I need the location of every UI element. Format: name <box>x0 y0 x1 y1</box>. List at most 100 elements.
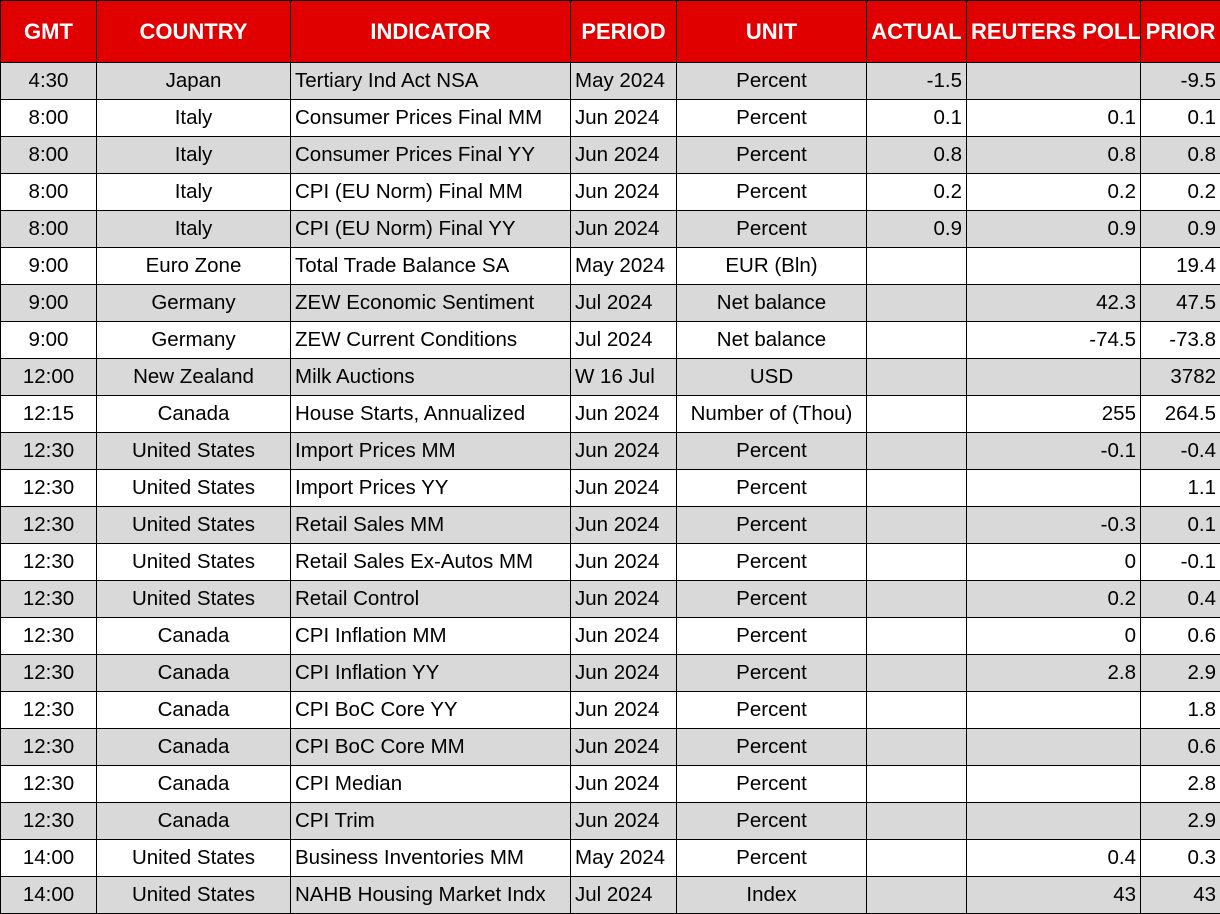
table-row: 12:30CanadaCPI BoC Core MMJun 2024Percen… <box>1 729 1220 766</box>
indicator-cell: Import Prices YY <box>291 470 571 507</box>
reuters-poll-cell <box>967 359 1141 396</box>
reuters-poll-cell <box>967 248 1141 285</box>
table-row: 12:30United StatesRetail Sales Ex-Autos … <box>1 544 1220 581</box>
prior-cell: 0.6 <box>1141 618 1220 655</box>
period-cell: Jun 2024 <box>571 211 677 248</box>
prior-cell: 3782 <box>1141 359 1220 396</box>
period-cell: Jun 2024 <box>571 655 677 692</box>
country-cell: United States <box>97 581 291 618</box>
country-cell: Canada <box>97 396 291 433</box>
actual-cell <box>867 618 967 655</box>
reuters-poll-cell: 0.9 <box>967 211 1141 248</box>
actual-cell <box>867 470 967 507</box>
reuters-poll-cell: 0.1 <box>967 100 1141 137</box>
reuters-poll-cell: 43 <box>967 877 1141 914</box>
gmt-cell: 12:30 <box>1 470 97 507</box>
reuters-poll-cell <box>967 63 1141 100</box>
period-cell: Jul 2024 <box>571 285 677 322</box>
gmt-cell: 12:30 <box>1 433 97 470</box>
actual-cell <box>867 655 967 692</box>
country-cell: Italy <box>97 174 291 211</box>
actual-cell <box>867 322 967 359</box>
actual-cell <box>867 877 967 914</box>
prior-cell: 2.9 <box>1141 803 1220 840</box>
indicator-cell: CPI Inflation YY <box>291 655 571 692</box>
reuters-poll-cell <box>967 766 1141 803</box>
prior-cell: 0.1 <box>1141 507 1220 544</box>
country-cell: New Zealand <box>97 359 291 396</box>
unit-cell: Percent <box>677 174 867 211</box>
country-cell: Italy <box>97 137 291 174</box>
table-row: 14:00United StatesBusiness Inventories M… <box>1 840 1220 877</box>
indicator-cell: House Starts, Annualized <box>291 396 571 433</box>
prior-cell: 1.8 <box>1141 692 1220 729</box>
reuters-poll-cell: 0.2 <box>967 581 1141 618</box>
unit-cell: Index <box>677 877 867 914</box>
gmt-cell: 9:00 <box>1 248 97 285</box>
gmt-cell: 12:30 <box>1 692 97 729</box>
prior-cell: 0.6 <box>1141 729 1220 766</box>
unit-cell: USD <box>677 359 867 396</box>
gmt-cell: 12:30 <box>1 655 97 692</box>
indicator-cell: Import Prices MM <box>291 433 571 470</box>
country-cell: United States <box>97 470 291 507</box>
prior-cell: 0.1 <box>1141 100 1220 137</box>
indicator-cell: CPI (EU Norm) Final MM <box>291 174 571 211</box>
prior-cell: 0.3 <box>1141 840 1220 877</box>
table-row: 12:00New ZealandMilk AuctionsW 16 JulUSD… <box>1 359 1220 396</box>
table-row: 8:00ItalyCPI (EU Norm) Final YYJun 2024P… <box>1 211 1220 248</box>
actual-cell: 0.1 <box>867 100 967 137</box>
country-cell: Canada <box>97 618 291 655</box>
country-cell: Canada <box>97 729 291 766</box>
unit-cell: Percent <box>677 840 867 877</box>
gmt-cell: 12:00 <box>1 359 97 396</box>
actual-cell <box>867 581 967 618</box>
header-reuters-poll: REUTERS POLL <box>967 1 1141 63</box>
indicator-cell: Retail Sales Ex-Autos MM <box>291 544 571 581</box>
actual-cell <box>867 396 967 433</box>
reuters-poll-cell: 255 <box>967 396 1141 433</box>
unit-cell: Number of (Thou) <box>677 396 867 433</box>
indicator-cell: CPI Inflation MM <box>291 618 571 655</box>
reuters-poll-cell <box>967 729 1141 766</box>
actual-cell <box>867 803 967 840</box>
reuters-poll-cell: 0 <box>967 544 1141 581</box>
unit-cell: Percent <box>677 581 867 618</box>
table-row: 9:00GermanyZEW Current ConditionsJul 202… <box>1 322 1220 359</box>
reuters-poll-cell: 2.8 <box>967 655 1141 692</box>
actual-cell: 0.8 <box>867 137 967 174</box>
table-row: 8:00ItalyCPI (EU Norm) Final MMJun 2024P… <box>1 174 1220 211</box>
country-cell: United States <box>97 840 291 877</box>
table-row: 12:15CanadaHouse Starts, AnnualizedJun 2… <box>1 396 1220 433</box>
table-row: 12:30United StatesImport Prices MMJun 20… <box>1 433 1220 470</box>
indicator-cell: Business Inventories MM <box>291 840 571 877</box>
actual-cell <box>867 433 967 470</box>
table-row: 12:30CanadaCPI BoC Core YYJun 2024Percen… <box>1 692 1220 729</box>
gmt-cell: 8:00 <box>1 137 97 174</box>
gmt-cell: 12:30 <box>1 618 97 655</box>
unit-cell: Percent <box>677 63 867 100</box>
country-cell: Italy <box>97 100 291 137</box>
table-row: 14:00United StatesNAHB Housing Market In… <box>1 877 1220 914</box>
period-cell: Jul 2024 <box>571 877 677 914</box>
period-cell: Jun 2024 <box>571 729 677 766</box>
table-row: 12:30CanadaCPI Inflation MMJun 2024Perce… <box>1 618 1220 655</box>
actual-cell <box>867 729 967 766</box>
gmt-cell: 12:30 <box>1 581 97 618</box>
country-cell: Italy <box>97 211 291 248</box>
unit-cell: Net balance <box>677 285 867 322</box>
period-cell: Jun 2024 <box>571 174 677 211</box>
table-row: 12:30CanadaCPI TrimJun 2024Percent2.9 <box>1 803 1220 840</box>
gmt-cell: 12:15 <box>1 396 97 433</box>
header-period: PERIOD <box>571 1 677 63</box>
actual-cell <box>867 507 967 544</box>
unit-cell: Percent <box>677 729 867 766</box>
period-cell: Jun 2024 <box>571 544 677 581</box>
unit-cell: Percent <box>677 470 867 507</box>
header-actual: ACTUAL <box>867 1 967 63</box>
indicator-cell: ZEW Current Conditions <box>291 322 571 359</box>
table-row: 12:30United StatesRetail ControlJun 2024… <box>1 581 1220 618</box>
indicator-cell: Retail Control <box>291 581 571 618</box>
gmt-cell: 8:00 <box>1 211 97 248</box>
indicator-cell: Retail Sales MM <box>291 507 571 544</box>
